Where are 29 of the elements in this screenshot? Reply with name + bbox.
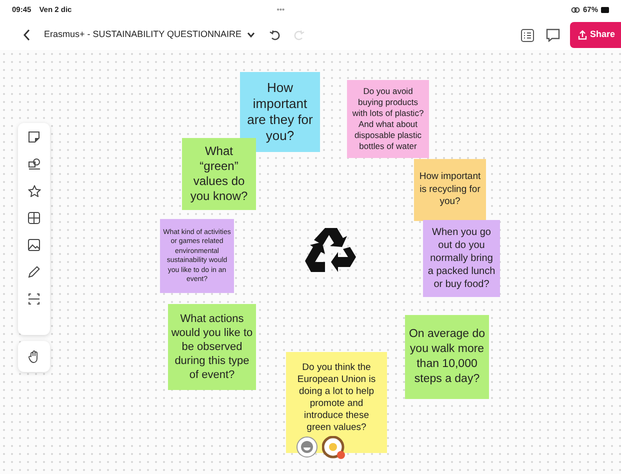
recycle-icon [305,225,357,275]
sticky-note[interactable]: Do you think the European Union is doing a lot to help promote and introduce these green values? [286,352,387,453]
comment-button[interactable] [546,28,560,42]
smiley-icon[interactable] [296,436,318,458]
star-icon[interactable] [28,185,40,197]
pencil-icon[interactable] [28,266,40,278]
hand-icon [28,350,40,363]
sticky-note[interactable]: How important are they for you? [240,72,320,152]
sticky-note-icon[interactable] [28,131,40,143]
chevron-down-icon[interactable] [247,32,256,38]
board-title[interactable]: Erasmus+ - SUSTAINABILITY QUESTIONNAIRE [44,28,242,42]
table-icon[interactable] [28,212,40,224]
sticky-note[interactable]: How important is recycling for you? [414,159,486,221]
image-icon[interactable] [28,239,40,251]
sticky-note[interactable]: What actions would you like to be observed during this type of event? [168,304,256,390]
hand-tool-button[interactable] [18,341,50,372]
sticky-note[interactable]: On average do you walk more than 10,000 steps a day? [405,315,489,399]
shapes-icon[interactable] [28,158,40,170]
sticky-note[interactable]: What “green” values do you know? [182,138,256,210]
outline-button[interactable] [520,28,534,42]
battery-icon [601,7,609,13]
link-icon [570,7,580,13]
share-button[interactable]: Share [570,22,621,48]
sticky-note[interactable]: When you go out do you normally bring a packed lunch or buy food? [423,220,500,297]
frame-icon[interactable] [28,293,40,305]
sticky-note[interactable]: Do you avoid buying products with lots of plastic? And what about disposable plastic bottles of water [347,80,429,158]
avatar-icon[interactable] [322,436,346,460]
undo-button[interactable] [269,29,282,41]
share-icon [578,30,587,40]
